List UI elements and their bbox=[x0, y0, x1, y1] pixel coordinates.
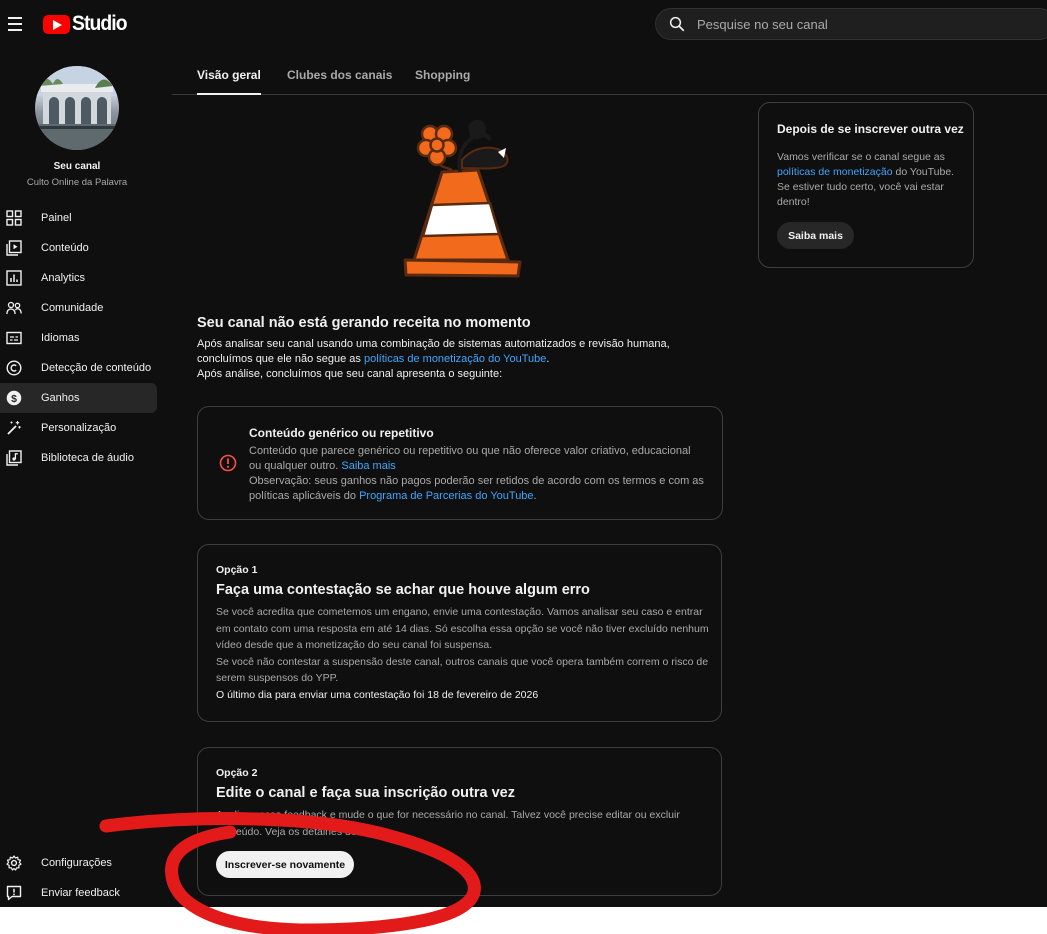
sidebar-item-label: Idiomas bbox=[41, 332, 80, 344]
intro-text: Após analisar seu canal usando uma combi… bbox=[197, 337, 722, 382]
sidebar-item-configuracoes[interactable]: Configurações bbox=[0, 848, 157, 878]
youtube-play-icon bbox=[43, 14, 70, 34]
tab-visao-geral[interactable]: Visão geral bbox=[197, 68, 261, 95]
option-label: Opção 2 bbox=[216, 767, 258, 779]
channel-avatar[interactable] bbox=[35, 66, 119, 150]
studio-app: Studio Seu canal Culto Online da bbox=[0, 0, 1047, 907]
sidebar-item-label: Configurações bbox=[41, 857, 112, 869]
hamburger-menu-icon[interactable] bbox=[6, 12, 26, 36]
sidebar-item-personalizacao[interactable]: Personalização bbox=[0, 413, 157, 443]
option-paragraph: Se você não contestar a suspensão deste … bbox=[216, 655, 709, 685]
sidebar-bottom-nav: Configurações Enviar feedback bbox=[0, 848, 157, 907]
sidebar-item-analytics[interactable]: Analytics bbox=[0, 263, 157, 293]
sidebar-item-label: Painel bbox=[41, 212, 72, 224]
option-paragraph: Se você acredita que cometemos um engano… bbox=[216, 606, 709, 651]
option-2-card: Opção 2 Edite o canal e faça sua inscriç… bbox=[197, 747, 722, 896]
side-card-body: Vamos verificar se o canal segue as polí… bbox=[777, 150, 957, 210]
learn-more-link[interactable]: Saiba mais bbox=[341, 460, 395, 472]
sidebar-item-label: Ganhos bbox=[41, 392, 80, 404]
sidebar-item-ganhos[interactable]: $ Ganhos bbox=[0, 383, 157, 413]
intro-text-part: . bbox=[546, 353, 550, 365]
page-headline: Seu canal não está gerando receita no mo… bbox=[197, 315, 531, 331]
sidebar-item-painel[interactable]: Painel bbox=[0, 203, 157, 233]
issue-card: Conteúdo genérico ou repetitivo Conteúdo… bbox=[197, 406, 723, 520]
side-monetization-policies-link[interactable]: políticas de monetização bbox=[777, 166, 893, 178]
top-bar: Studio bbox=[0, 0, 1047, 48]
partner-program-link[interactable]: Programa de Parcerias do YouTube bbox=[359, 490, 533, 502]
channel-title: Seu canal bbox=[53, 161, 101, 172]
copyright-icon bbox=[6, 360, 22, 376]
sidebar-item-label: Comunidade bbox=[41, 302, 104, 314]
option-body: Se você acredita que cometemos um engano… bbox=[216, 604, 711, 687]
content-icon bbox=[6, 240, 22, 256]
channel-name: Culto Online da Palavra bbox=[26, 177, 128, 188]
option-body: Analise nosso feedback e mude o que for … bbox=[216, 809, 680, 838]
monetization-policies-link[interactable]: políticas de monetização do YouTube bbox=[364, 353, 546, 365]
issue-note-end: . bbox=[533, 490, 537, 502]
analytics-icon bbox=[6, 270, 22, 286]
subtitles-icon bbox=[6, 331, 22, 345]
sidebar-item-enviar-feedback[interactable]: Enviar feedback bbox=[0, 878, 157, 907]
search-input[interactable] bbox=[697, 15, 1037, 33]
option-label: Opção 1 bbox=[216, 564, 258, 576]
sidebar-item-conteudo[interactable]: Conteúdo bbox=[0, 233, 157, 263]
studio-logo[interactable]: Studio bbox=[43, 12, 131, 36]
sidebar-item-deteccao[interactable]: Detecção de conteúdo bbox=[0, 353, 157, 383]
reapply-info-card: Depois de se inscrever outra vez Vamos v… bbox=[758, 102, 974, 268]
issue-title: Conteúdo genérico ou repetitivo bbox=[249, 426, 434, 440]
option-title: Faça uma contestação se achar que houve … bbox=[216, 582, 590, 598]
earn-icon: $ bbox=[6, 390, 22, 406]
logo-text: Studio bbox=[72, 12, 128, 35]
svg-text:$: $ bbox=[11, 393, 17, 405]
sidebar-item-label: Detecção de conteúdo bbox=[41, 362, 152, 374]
tab-clubes-dos-canais[interactable]: Clubes dos canais bbox=[287, 68, 392, 95]
sidebar-item-label: Biblioteca de áudio bbox=[41, 452, 134, 464]
sidebar-item-label: Conteúdo bbox=[41, 242, 89, 254]
feedback-icon bbox=[6, 885, 22, 901]
option-1-card: Opção 1 Faça uma contestação se achar qu… bbox=[197, 544, 722, 722]
sidebar-item-idiomas[interactable]: Idiomas bbox=[0, 323, 157, 353]
sidebar-item-label: Enviar feedback bbox=[41, 887, 120, 899]
issue-body: Conteúdo que parece genérico ou repetiti… bbox=[249, 444, 704, 504]
sidebar-item-label: Analytics bbox=[41, 272, 86, 284]
sidebar: Seu canal Culto Online da Palavra Painel… bbox=[0, 48, 172, 907]
search-icon[interactable] bbox=[668, 15, 686, 33]
intro-text-line-2: Após análise, concluímos que seu canal a… bbox=[197, 368, 503, 380]
dashboard-icon bbox=[6, 210, 22, 226]
sidebar-item-comunidade[interactable]: Comunidade bbox=[0, 293, 157, 323]
sidebar-item-biblioteca-audio[interactable]: Biblioteca de áudio bbox=[0, 443, 157, 473]
tab-bar: Visão geral Clubes dos canais Shopping bbox=[172, 48, 1047, 95]
magic-wand-icon bbox=[7, 421, 21, 435]
audio-library-icon bbox=[6, 450, 22, 466]
reapply-button[interactable]: Inscrever-se novamente bbox=[216, 851, 354, 878]
appeal-deadline: O último dia para enviar uma contestação… bbox=[216, 689, 539, 701]
traffic-cone-illustration bbox=[403, 119, 522, 278]
building-photo bbox=[35, 66, 119, 150]
side-card-text: Vamos verificar se o canal segue as bbox=[777, 151, 945, 163]
alert-icon bbox=[219, 454, 237, 472]
search-bar[interactable] bbox=[655, 8, 1047, 40]
option-title: Edite o canal e faça sua inscrição outra… bbox=[216, 785, 515, 801]
community-icon bbox=[6, 301, 22, 315]
gear-icon bbox=[6, 855, 22, 871]
issue-text: Conteúdo que parece genérico ou repetiti… bbox=[249, 445, 691, 472]
learn-more-button[interactable]: Saiba mais bbox=[777, 222, 854, 249]
tab-shopping[interactable]: Shopping bbox=[415, 68, 470, 95]
side-card-title: Depois de se inscrever outra vez bbox=[777, 122, 964, 136]
sidebar-item-label: Personalização bbox=[41, 422, 117, 434]
sidebar-nav: Painel Conteúdo Analytics Comunidade Idi… bbox=[0, 203, 157, 473]
